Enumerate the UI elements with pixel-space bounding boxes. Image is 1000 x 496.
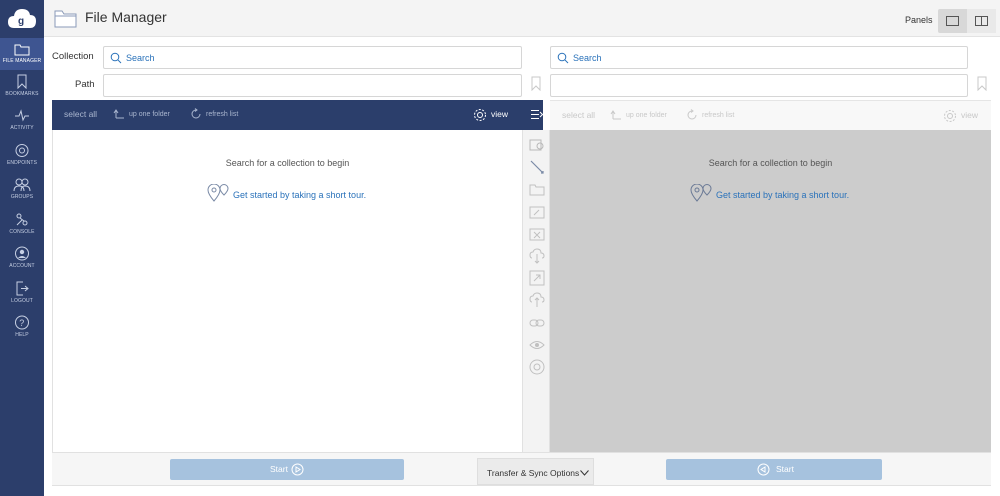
- tour-link-text: Get started by taking a short tour.: [233, 190, 367, 200]
- map-pin-icon: [690, 184, 712, 202]
- sidebar-item-endpoints[interactable]: ENDPOINTS: [0, 143, 44, 175]
- up-one-folder-button[interactable]: up one folder: [626, 112, 667, 119]
- folder-icon: [54, 10, 77, 28]
- dual-panel-icon: [975, 16, 988, 26]
- collection-label: Collection: [52, 51, 94, 62]
- view-button[interactable]: view: [961, 110, 978, 120]
- download-icon[interactable]: [529, 248, 545, 264]
- start-transfer-right-button[interactable]: Start: [666, 459, 882, 480]
- left-file-pane: Search for a collection to begin Get sta…: [52, 130, 522, 452]
- refresh-icon: [687, 109, 697, 120]
- options-label: Transfer & Sync Options: [487, 468, 580, 478]
- sidebar-item-label: ACCOUNT: [9, 263, 35, 269]
- share-folder-icon[interactable]: [529, 137, 545, 153]
- right-file-pane: Search for a collection to begin Get sta…: [550, 130, 991, 452]
- chevron-down-icon: [580, 470, 589, 476]
- sidebar-item-label: GROUPS: [10, 194, 34, 200]
- right-collection-search-input[interactable]: Search: [550, 46, 968, 69]
- start-label: Start: [776, 464, 794, 474]
- edit-pencil-icon[interactable]: [529, 159, 545, 175]
- sidebar-item-label: FILE MANAGER: [2, 58, 42, 64]
- sidebar-item-label: CONSOLE: [9, 229, 35, 235]
- new-folder-icon[interactable]: [529, 181, 545, 197]
- single-panel-icon: [946, 16, 959, 26]
- left-bookmark-icon[interactable]: [531, 76, 541, 91]
- sidebar-item-console[interactable]: CONSOLE: [0, 212, 44, 244]
- start-transfer-left-button[interactable]: Start: [170, 459, 404, 480]
- svg-text:g: g: [18, 16, 24, 27]
- transfer-footer: Start Transfer & Sync Options Start: [52, 452, 991, 486]
- empty-message: Search for a collection to begin: [225, 158, 350, 168]
- sidebar-item-label: BOOKMARKS: [5, 91, 39, 97]
- map-pin-icon: [207, 184, 229, 202]
- panels-toggle: [938, 9, 996, 33]
- start-label: Start: [270, 464, 288, 474]
- upload-icon[interactable]: [529, 292, 545, 308]
- eye-icon[interactable]: [529, 337, 545, 353]
- collapse-panel-icon[interactable]: [531, 109, 543, 120]
- right-bookmark-icon[interactable]: [977, 76, 987, 91]
- logout-icon: [16, 281, 29, 296]
- up-folder-icon: [113, 109, 124, 119]
- right-path-input[interactable]: [550, 74, 968, 97]
- left-toolbar: select all up one folder refresh list vi…: [52, 100, 543, 130]
- sidebar-item-label: ACTIVITY: [10, 125, 34, 131]
- search-placeholder: Search: [126, 53, 155, 63]
- path-label: Path: [75, 79, 95, 90]
- refresh-list-button[interactable]: refresh list: [206, 111, 238, 118]
- up-folder-icon: [610, 110, 621, 120]
- sidebar-item-help[interactable]: ? HELP: [0, 315, 44, 347]
- gear-icon: [474, 109, 486, 121]
- empty-message: Search for a collection to begin: [708, 158, 833, 168]
- sidebar-item-label: HELP: [15, 332, 29, 338]
- play-right-icon: [291, 463, 304, 476]
- search-icon: [110, 52, 122, 64]
- select-all-button[interactable]: select all: [562, 110, 595, 120]
- bookmark-icon: [17, 74, 27, 89]
- sidebar-item-bookmarks[interactable]: BOOKMARKS: [0, 74, 44, 106]
- search-icon: [557, 52, 569, 64]
- activity-icon: [15, 109, 29, 122]
- refresh-list-button[interactable]: refresh list: [702, 112, 734, 119]
- svg-text:?: ?: [19, 318, 24, 328]
- panels-label: Panels: [905, 15, 933, 25]
- single-panel-button[interactable]: [938, 9, 967, 33]
- search-placeholder: Search: [573, 53, 602, 63]
- sidebar-item-label: ENDPOINTS: [6, 160, 38, 166]
- sidebar-item-logout[interactable]: LOGOUT: [0, 281, 44, 313]
- refresh-icon: [191, 108, 201, 119]
- sidebar-item-account[interactable]: ACCOUNT: [0, 246, 44, 278]
- right-toolbar: select all up one folder refresh list vi…: [550, 100, 991, 130]
- account-icon: [15, 246, 29, 261]
- sidebar-item-activity[interactable]: ACTIVITY: [0, 108, 44, 140]
- gear-icon: [944, 110, 956, 122]
- transfer-sync-options-button[interactable]: Transfer & Sync Options: [477, 458, 594, 485]
- delete-icon[interactable]: [529, 226, 545, 242]
- sidebar: g FILE MANAGER BOOKMARKS ACTIVITY ENDPOI…: [0, 0, 44, 496]
- left-collection-search-input[interactable]: Search: [103, 46, 522, 69]
- sidebar-item-groups[interactable]: GROUPS: [0, 177, 44, 209]
- info-icon[interactable]: [529, 359, 545, 375]
- view-button[interactable]: view: [491, 109, 508, 119]
- rename-icon[interactable]: [529, 204, 545, 220]
- page-title: File Manager: [85, 9, 167, 25]
- link-icon[interactable]: [529, 315, 545, 331]
- transfer-actions-column: [522, 130, 550, 452]
- globus-logo[interactable]: g: [6, 4, 38, 34]
- sidebar-item-file-manager[interactable]: FILE MANAGER: [0, 38, 44, 70]
- console-icon: [16, 213, 28, 226]
- left-path-input[interactable]: [103, 74, 522, 97]
- select-all-button[interactable]: select all: [64, 109, 97, 119]
- groups-icon: [13, 178, 31, 192]
- help-icon: ?: [15, 315, 29, 330]
- endpoints-icon: [15, 144, 29, 157]
- up-one-folder-button[interactable]: up one folder: [129, 111, 170, 118]
- page-header: File Manager Panels: [44, 0, 1000, 37]
- dual-panel-button[interactable]: [967, 9, 996, 33]
- tour-link-text: Get started by taking a short tour.: [716, 190, 850, 200]
- folder-icon: [14, 44, 30, 56]
- open-link-icon[interactable]: [529, 270, 545, 286]
- play-left-icon: [757, 463, 770, 476]
- sidebar-item-label: LOGOUT: [11, 298, 33, 304]
